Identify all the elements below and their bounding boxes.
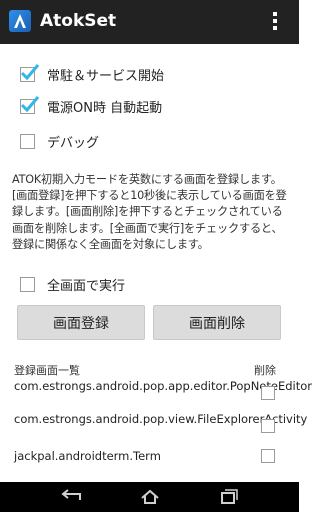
debug-checkbox[interactable] — [20, 133, 35, 149]
list-item: jackpal.androidterm.Term — [14, 449, 161, 463]
debug-label: デバッグ — [47, 135, 100, 151]
option-auto-start[interactable]: 電源ON時 自動起動 — [20, 94, 162, 118]
service-start-label: 常駐＆サービス開始 — [47, 68, 165, 84]
option-debug[interactable]: デバッグ — [20, 129, 99, 153]
app-title: AtokSet — [40, 11, 117, 31]
service-start-checkbox[interactable] — [20, 63, 40, 82]
fullscreen-checkbox[interactable] — [20, 276, 35, 292]
home-icon[interactable] — [138, 488, 162, 506]
list-item-delete-checkbox[interactable] — [261, 449, 275, 463]
auto-start-checkbox[interactable] — [20, 95, 40, 114]
delete-column-header: 削除 — [254, 364, 276, 377]
register-screen-button[interactable]: 画面登録 — [17, 305, 145, 340]
overflow-menu-icon[interactable] — [270, 12, 280, 34]
action-bar: AtokSet — [0, 0, 299, 44]
option-fullscreen[interactable]: 全画面で実行 — [20, 272, 125, 296]
auto-start-label: 電源ON時 自動起動 — [47, 100, 163, 116]
recent-apps-icon[interactable] — [216, 488, 240, 506]
fullscreen-label: 全画面で実行 — [47, 278, 126, 294]
list-item: com.estrongs.android.pop.app.editor.PopN… — [14, 379, 312, 393]
delete-screen-button[interactable]: 画面削除 — [153, 305, 281, 340]
app-icon — [9, 10, 31, 32]
list-header: 登録画面一覧 — [14, 364, 80, 377]
list-item-delete-checkbox[interactable] — [261, 419, 275, 433]
list-item-delete-checkbox[interactable] — [261, 386, 275, 400]
back-icon[interactable] — [58, 488, 84, 506]
list-item: com.estrongs.android.pop.view.FileExplor… — [14, 412, 308, 426]
option-service-start[interactable]: 常駐＆サービス開始 — [20, 62, 164, 86]
description-text: ATOK初期入力モードを英数にする画面を登録します。[画面登録]を押下すると10… — [12, 173, 287, 251]
navigation-bar — [0, 482, 299, 512]
